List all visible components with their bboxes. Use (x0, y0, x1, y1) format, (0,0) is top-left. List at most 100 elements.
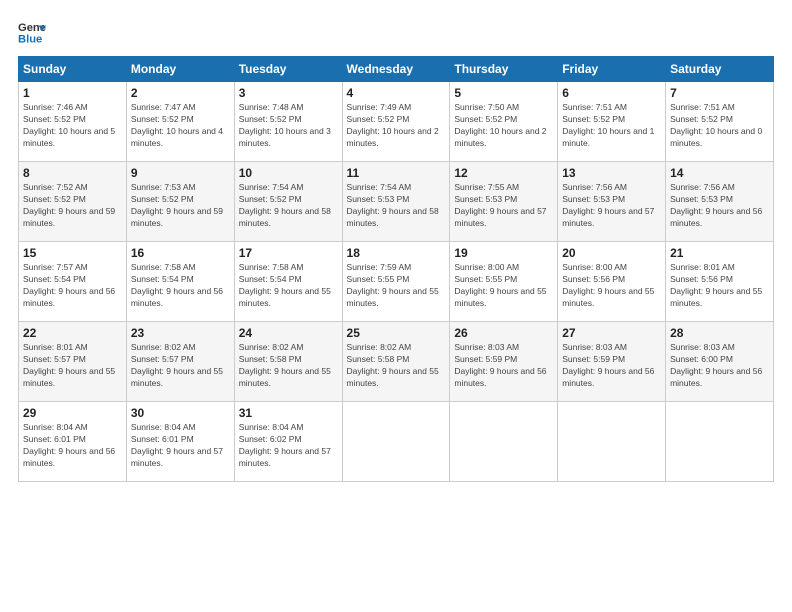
calendar-cell: 25 Sunrise: 8:02 AMSunset: 5:58 PMDayligh… (342, 322, 450, 402)
calendar-cell: 9Sunrise: 7:53 AMSunset: 5:52 PMDaylight… (126, 162, 234, 242)
day-number: 7 (670, 86, 769, 100)
calendar-cell: 24Sunrise: 8:02 AMSunset: 5:58 PMDayligh… (234, 322, 342, 402)
day-number: 8 (23, 166, 122, 180)
header-cell-friday: Friday (558, 57, 666, 82)
day-number: 18 (347, 246, 446, 260)
calendar-cell: 7 Sunrise: 7:51 AMSunset: 5:52 PMDaylight… (666, 82, 774, 162)
day-number: 28 (670, 326, 769, 340)
day-info: Sunrise: 7:51 AMSunset: 5:52 PMDaylight:… (670, 102, 769, 150)
calendar-week-5: 29 Sunrise: 8:04 AMSunset: 6:01 PMDayligh… (19, 402, 774, 482)
calendar-table: SundayMondayTuesdayWednesdayThursdayFrid… (18, 56, 774, 482)
calendar-cell: 17 Sunrise: 7:58 AMSunset: 5:54 PMDayligh… (234, 242, 342, 322)
header-cell-wednesday: Wednesday (342, 57, 450, 82)
calendar-cell: 18 Sunrise: 7:59 AMSunset: 5:55 PMDayligh… (342, 242, 450, 322)
calendar-cell: 8Sunrise: 7:52 AMSunset: 5:52 PMDaylight… (19, 162, 127, 242)
day-info: Sunrise: 8:04 AMSunset: 6:01 PMDaylight:… (23, 422, 122, 470)
calendar-week-4: 22 Sunrise: 8:01 AMSunset: 5:57 PMDayligh… (19, 322, 774, 402)
day-number: 24 (239, 326, 338, 340)
calendar-cell (666, 402, 774, 482)
day-info: Sunrise: 8:04 AMSunset: 6:01 PMDaylight:… (131, 422, 230, 470)
day-number: 3 (239, 86, 338, 100)
day-info: Sunrise: 8:00 AMSunset: 5:55 PMDaylight:… (454, 262, 553, 310)
day-number: 16 (131, 246, 230, 260)
day-number: 25 (347, 326, 446, 340)
day-info: Sunrise: 8:02 AMSunset: 5:58 PMDaylight:… (347, 342, 446, 390)
day-number: 17 (239, 246, 338, 260)
calendar-week-3: 15Sunrise: 7:57 AMSunset: 5:54 PMDayligh… (19, 242, 774, 322)
day-number: 30 (131, 406, 230, 420)
calendar-cell: 27 Sunrise: 8:03 AMSunset: 5:59 PMDayligh… (558, 322, 666, 402)
day-number: 1 (23, 86, 122, 100)
day-number: 22 (23, 326, 122, 340)
day-number: 4 (347, 86, 446, 100)
header: General Blue (18, 18, 774, 46)
day-info: Sunrise: 7:46 AMSunset: 5:52 PMDaylight:… (23, 102, 122, 150)
calendar-cell: 20Sunrise: 8:00 AMSunset: 5:56 PMDayligh… (558, 242, 666, 322)
page: General Blue SundayMondayTuesdayWednesda… (0, 0, 792, 612)
day-info: Sunrise: 7:56 AMSunset: 5:53 PMDaylight:… (670, 182, 769, 230)
calendar-cell: 11 Sunrise: 7:54 AMSunset: 5:53 PMDayligh… (342, 162, 450, 242)
day-info: Sunrise: 8:02 AMSunset: 5:57 PMDaylight:… (131, 342, 230, 390)
svg-text:Blue: Blue (18, 33, 42, 45)
day-info: Sunrise: 8:03 AMSunset: 5:59 PMDaylight:… (454, 342, 553, 390)
day-info: Sunrise: 7:54 AMSunset: 5:52 PMDaylight:… (239, 182, 338, 230)
calendar-cell: 5Sunrise: 7:50 AMSunset: 5:52 PMDaylight… (450, 82, 558, 162)
calendar-cell: 3 Sunrise: 7:48 AMSunset: 5:52 PMDaylight… (234, 82, 342, 162)
calendar-cell: 2Sunrise: 7:47 AMSunset: 5:52 PMDaylight… (126, 82, 234, 162)
calendar-cell: 16Sunrise: 7:58 AMSunset: 5:54 PMDayligh… (126, 242, 234, 322)
logo: General Blue (18, 18, 50, 46)
calendar-cell: 10 Sunrise: 7:54 AMSunset: 5:52 PMDayligh… (234, 162, 342, 242)
calendar-cell: 28 Sunrise: 8:03 AMSunset: 6:00 PMDayligh… (666, 322, 774, 402)
day-number: 29 (23, 406, 122, 420)
calendar-cell (450, 402, 558, 482)
day-info: Sunrise: 7:49 AMSunset: 5:52 PMDaylight:… (347, 102, 446, 150)
calendar-cell: 1 Sunrise: 7:46 AMSunset: 5:52 PMDaylight… (19, 82, 127, 162)
calendar-cell: 22 Sunrise: 8:01 AMSunset: 5:57 PMDayligh… (19, 322, 127, 402)
calendar-cell (342, 402, 450, 482)
day-info: Sunrise: 8:03 AMSunset: 5:59 PMDaylight:… (562, 342, 661, 390)
day-info: Sunrise: 7:48 AMSunset: 5:52 PMDaylight:… (239, 102, 338, 150)
day-info: Sunrise: 8:01 AMSunset: 5:56 PMDaylight:… (670, 262, 769, 310)
day-number: 26 (454, 326, 553, 340)
calendar-header-row: SundayMondayTuesdayWednesdayThursdayFrid… (19, 57, 774, 82)
header-cell-thursday: Thursday (450, 57, 558, 82)
day-info: Sunrise: 7:53 AMSunset: 5:52 PMDaylight:… (131, 182, 230, 230)
calendar-body: 1 Sunrise: 7:46 AMSunset: 5:52 PMDaylight… (19, 82, 774, 482)
calendar-cell: 30 Sunrise: 8:04 AMSunset: 6:01 PMDayligh… (126, 402, 234, 482)
header-cell-sunday: Sunday (19, 57, 127, 82)
day-number: 10 (239, 166, 338, 180)
header-cell-monday: Monday (126, 57, 234, 82)
calendar-cell: 15Sunrise: 7:57 AMSunset: 5:54 PMDayligh… (19, 242, 127, 322)
day-number: 19 (454, 246, 553, 260)
day-number: 11 (347, 166, 446, 180)
day-number: 6 (562, 86, 661, 100)
logo-icon: General Blue (18, 18, 46, 46)
calendar-week-1: 1 Sunrise: 7:46 AMSunset: 5:52 PMDaylight… (19, 82, 774, 162)
day-info: Sunrise: 7:57 AMSunset: 5:54 PMDaylight:… (23, 262, 122, 310)
day-info: Sunrise: 7:59 AMSunset: 5:55 PMDaylight:… (347, 262, 446, 310)
day-info: Sunrise: 7:51 AMSunset: 5:52 PMDaylight:… (562, 102, 661, 150)
day-info: Sunrise: 8:04 AMSunset: 6:02 PMDaylight:… (239, 422, 338, 470)
day-info: Sunrise: 7:56 AMSunset: 5:53 PMDaylight:… (562, 182, 661, 230)
calendar-cell: 13Sunrise: 7:56 AMSunset: 5:53 PMDayligh… (558, 162, 666, 242)
day-info: Sunrise: 8:00 AMSunset: 5:56 PMDaylight:… (562, 262, 661, 310)
header-cell-tuesday: Tuesday (234, 57, 342, 82)
day-number: 14 (670, 166, 769, 180)
day-number: 5 (454, 86, 553, 100)
day-number: 27 (562, 326, 661, 340)
calendar-cell: 23Sunrise: 8:02 AMSunset: 5:57 PMDayligh… (126, 322, 234, 402)
day-number: 31 (239, 406, 338, 420)
calendar-week-2: 8Sunrise: 7:52 AMSunset: 5:52 PMDaylight… (19, 162, 774, 242)
day-info: Sunrise: 8:03 AMSunset: 6:00 PMDaylight:… (670, 342, 769, 390)
calendar-cell: 26 Sunrise: 8:03 AMSunset: 5:59 PMDayligh… (450, 322, 558, 402)
day-info: Sunrise: 7:55 AMSunset: 5:53 PMDaylight:… (454, 182, 553, 230)
day-info: Sunrise: 7:47 AMSunset: 5:52 PMDaylight:… (131, 102, 230, 150)
day-info: Sunrise: 8:01 AMSunset: 5:57 PMDaylight:… (23, 342, 122, 390)
calendar-cell: 29 Sunrise: 8:04 AMSunset: 6:01 PMDayligh… (19, 402, 127, 482)
day-info: Sunrise: 7:54 AMSunset: 5:53 PMDaylight:… (347, 182, 446, 230)
day-number: 12 (454, 166, 553, 180)
day-number: 21 (670, 246, 769, 260)
day-info: Sunrise: 7:58 AMSunset: 5:54 PMDaylight:… (239, 262, 338, 310)
calendar-cell: 6 Sunrise: 7:51 AMSunset: 5:52 PMDaylight… (558, 82, 666, 162)
calendar-cell: 19 Sunrise: 8:00 AMSunset: 5:55 PMDayligh… (450, 242, 558, 322)
